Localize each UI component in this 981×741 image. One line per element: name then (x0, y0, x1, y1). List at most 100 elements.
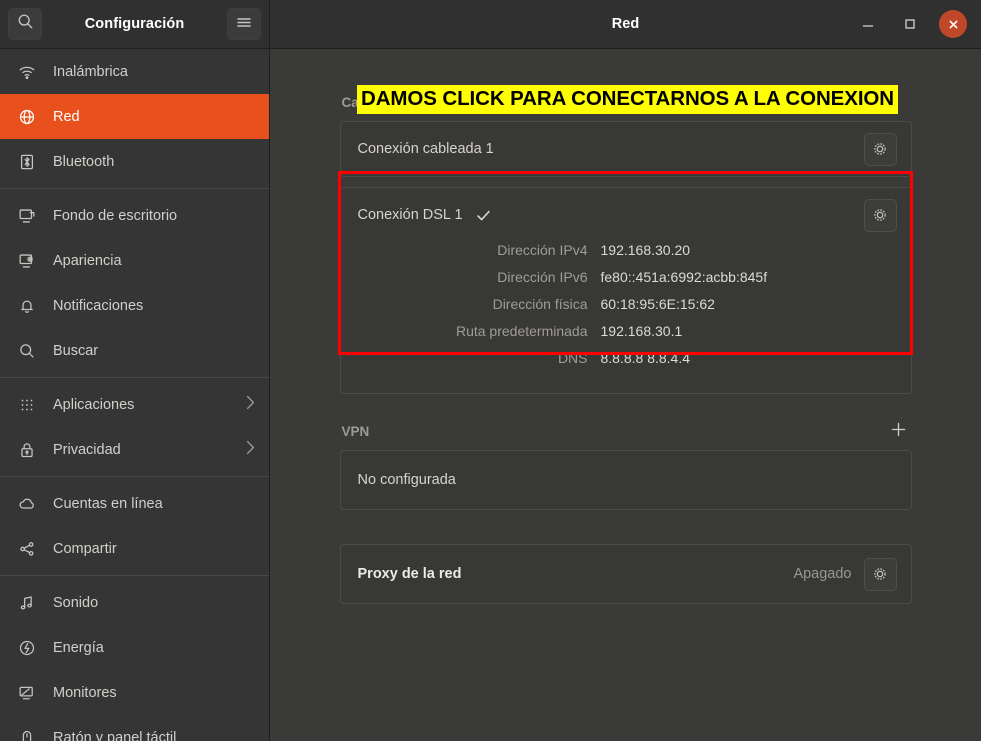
connection-name: Conexión cableada 1 (358, 141, 494, 157)
vpn-card[interactable]: No configurada (340, 450, 912, 510)
sidebar-item-monitores[interactable]: Monitores (0, 670, 269, 715)
display-icon (14, 684, 40, 702)
wallpaper-icon (14, 207, 40, 225)
gear-icon (872, 566, 888, 582)
sidebar-item-label: Inalámbrica (53, 64, 255, 80)
maximize-button[interactable] (897, 11, 923, 37)
sidebar-item-label: Ratón y panel táctil (53, 730, 255, 741)
detail-key: DNS (358, 350, 601, 366)
proxy-row[interactable]: Proxy de la red Apagado (341, 545, 911, 603)
detail-key: Dirección IPv4 (358, 242, 601, 258)
sidebar-item-energía[interactable]: Energía (0, 625, 269, 670)
sidebar-item-sonido[interactable]: Sonido (0, 580, 269, 625)
sidebar-item-label: Privacidad (53, 442, 246, 458)
search-icon (17, 13, 34, 35)
wifi-icon (14, 63, 40, 81)
sidebar-item-compartir[interactable]: Compartir (0, 526, 269, 571)
search-button[interactable] (8, 8, 42, 40)
vpn-status: No configurada (358, 472, 456, 488)
lock-icon (14, 441, 40, 459)
wired-connection-card-2[interactable]: Conexión DSL 1 (340, 187, 912, 394)
grid-apps-icon (14, 396, 40, 414)
power-icon (14, 639, 40, 657)
sidebar-item-notificaciones[interactable]: Notificaciones (0, 283, 269, 328)
sidebar-item-label: Cuentas en línea (53, 496, 255, 512)
sidebar-item-label: Notificaciones (53, 298, 255, 314)
proxy-status: Apagado (793, 566, 851, 582)
sidebar-item-label: Aplicaciones (53, 397, 246, 413)
connection-row[interactable]: Conexión cableada 1 (341, 122, 911, 176)
title-bar: Configuración Red (0, 0, 981, 49)
sidebar-item-ratón-y-panel-táctil[interactable]: Ratón y panel táctil (0, 715, 269, 741)
check-icon (475, 207, 492, 224)
window-title-area: Red (270, 0, 981, 48)
connection-name-wrap: Conexión DSL 1 (358, 207, 492, 224)
detail-value: 60:18:95:6E:15:62 (601, 296, 715, 312)
chevron-right-icon (246, 395, 255, 414)
sidebar-item-red[interactable]: Red (0, 94, 269, 139)
window-body: Inalámbrica Red Bluetooth Fondo de escritor… (0, 49, 981, 741)
app-title: Configuración (85, 16, 185, 32)
menu-button[interactable] (227, 8, 261, 40)
sidebar-item-label: Monitores (53, 685, 255, 701)
sidebar-item-apariencia[interactable]: Apariencia (0, 238, 269, 283)
appearance-icon (14, 252, 40, 270)
bell-icon (14, 297, 40, 315)
sidebar-item-label: Energía (53, 640, 255, 656)
close-button[interactable] (939, 10, 967, 38)
connection-row[interactable]: Conexión DSL 1 (341, 188, 911, 242)
sidebar-item-buscar[interactable]: Buscar (0, 328, 269, 373)
connection-name: Conexión DSL 1 (358, 207, 463, 223)
detail-key: Ruta predeterminada (358, 323, 601, 339)
detail-row: DNS8.8.8.8 8.8.4.4 (358, 350, 897, 377)
connection-settings-button[interactable] (864, 199, 897, 232)
add-vpn-button[interactable] (888, 421, 910, 442)
proxy-settings-button[interactable] (864, 558, 897, 591)
plus-icon (890, 421, 907, 438)
sidebar-item-label: Fondo de escritorio (53, 208, 255, 224)
sidebar-item-fondo-de-escritorio[interactable]: Fondo de escritorio (0, 193, 269, 238)
detail-value: fe80::451a:6992:acbb:845f (601, 269, 768, 285)
search-icon (14, 342, 40, 360)
sidebar-item-cuentas-en-línea[interactable]: Cuentas en línea (0, 481, 269, 526)
vpn-section-header: VPN (340, 418, 912, 444)
settings-sidebar: Inalámbrica Red Bluetooth Fondo de escritor… (0, 49, 270, 741)
detail-row: Dirección IPv4192.168.30.20 (358, 242, 897, 269)
sidebar-header: Configuración (0, 0, 270, 48)
detail-row: Dirección IPv6fe80::451a:6992:acbb:845f (358, 269, 897, 296)
detail-row: Ruta predeterminada192.168.30.1 (358, 323, 897, 350)
chevron-right-icon (246, 440, 255, 459)
share-icon (14, 540, 40, 558)
sidebar-item-label: Bluetooth (53, 154, 255, 170)
window-controls (855, 10, 981, 38)
sidebar-item-bluetooth[interactable]: Bluetooth (0, 139, 269, 184)
music-note-icon (14, 594, 40, 612)
wired-connection-card-1[interactable]: Conexión cableada 1 (340, 121, 912, 177)
sidebar-divider (0, 575, 269, 576)
proxy-label: Proxy de la red (358, 566, 462, 582)
detail-row: Dirección física60:18:95:6E:15:62 (358, 296, 897, 323)
sidebar-item-privacidad[interactable]: Privacidad (0, 427, 269, 472)
sidebar-item-label: Sonido (53, 595, 255, 611)
detail-value: 192.168.30.1 (601, 323, 683, 339)
cloud-icon (14, 495, 40, 513)
sidebar-item-aplicaciones[interactable]: Aplicaciones (0, 382, 269, 427)
gear-icon (872, 207, 888, 223)
detail-key: Dirección física (358, 296, 601, 312)
hamburger-menu-icon (236, 15, 252, 33)
annotation-banner: DAMOS CLICK PARA CONECTARNOS A LA CONEXI… (357, 85, 898, 114)
network-content: Cableada Conexión cableada 1 (340, 49, 912, 604)
gear-icon (872, 141, 888, 157)
sidebar-item-label: Buscar (53, 343, 255, 359)
network-icon (14, 108, 40, 126)
connection-settings-button[interactable] (864, 133, 897, 166)
minimize-button[interactable] (855, 11, 881, 37)
detail-key: Dirección IPv6 (358, 269, 601, 285)
settings-window: Configuración Red (0, 0, 981, 741)
sidebar-item-label: Compartir (53, 541, 255, 557)
proxy-card[interactable]: Proxy de la red Apagado (340, 544, 912, 604)
vpn-row[interactable]: No configurada (341, 451, 911, 509)
detail-value: 192.168.30.20 (601, 242, 691, 258)
sidebar-item-inalámbrica[interactable]: Inalámbrica (0, 49, 269, 94)
detail-value: 8.8.8.8 8.8.4.4 (601, 350, 691, 366)
